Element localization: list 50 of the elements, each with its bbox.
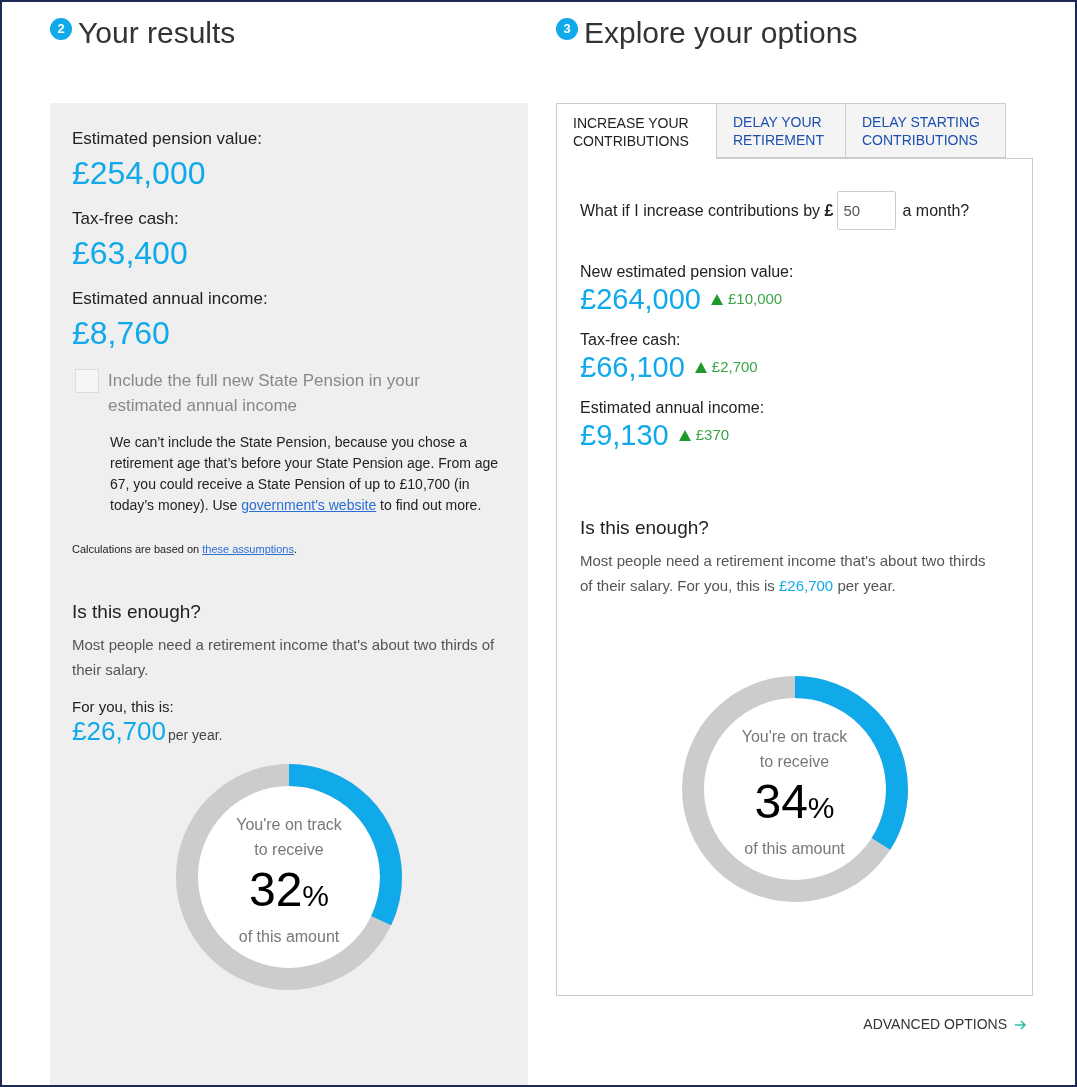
question-text: a month? <box>902 200 970 221</box>
section-heading: Is this enough? <box>72 600 202 624</box>
figure-value: £8,760 <box>72 314 171 353</box>
section-title: Explore your options <box>584 16 858 50</box>
option-tab[interactable]: DELAY YOUR RETIREMENT <box>716 103 845 158</box>
gauge-caption: to receive <box>759 751 830 772</box>
target-income: £26,700 <box>72 716 166 746</box>
up-triangle-icon <box>678 429 691 441</box>
figure-change: £2,700 <box>711 356 758 377</box>
question-text: What if I increase contributions by £ <box>580 200 834 221</box>
state-pension-note: We can’t include the State Pension, because you chose a retirement age that’s before your State Pension age. From age 67, you could receive a State Pension of up to £10,700 (in today’s money). Use government's website to find out more. <box>110 433 500 515</box>
step-number: 2 <box>50 18 72 40</box>
section-heading: Is this enough? <box>580 516 710 540</box>
figure-label: Estimated annual income: <box>580 398 766 418</box>
for-you-label: For you, this is: <box>72 698 175 716</box>
up-triangle-icon <box>710 293 723 305</box>
gauge-percent: 32% <box>248 861 330 918</box>
figure-label: New estimated pension value: <box>580 262 795 282</box>
gauge-caption: You're on track <box>741 726 848 747</box>
gauge-caption: to receive <box>254 839 324 860</box>
assumptions-note: Calculations are based on these assumptions. <box>72 542 299 556</box>
figure-label: Estimated annual income: <box>72 288 269 310</box>
figure-change: £10,000 <box>727 288 783 309</box>
gauge-caption: of this amount <box>238 926 340 947</box>
figure-label: Tax-free cash: <box>580 330 682 350</box>
enough-text: Most people need a retirement income that's about two thirds of their salary. For you, this is £26,700 per year. <box>580 551 987 596</box>
gauge-caption: You're on track <box>236 814 342 835</box>
figure-value: £9,130 <box>580 418 669 452</box>
government-website-link[interactable]: government's website <box>241 497 377 513</box>
gauge-percent: 34% <box>754 773 835 830</box>
figure-value: £254,000 <box>72 154 207 193</box>
figure-value: £66,100 <box>580 350 685 384</box>
amount-field[interactable]: 50 <box>837 191 897 230</box>
figure-value: £264,000 <box>580 282 701 316</box>
gauge-caption: of this amount <box>744 838 845 859</box>
figure-change: £370 <box>695 424 730 445</box>
figure-label: Estimated pension value: <box>72 128 263 150</box>
option-tab[interactable]: DELAY STARTING CONTRIBUTIONS <box>845 103 1006 158</box>
checkbox-label: Include the full new State Pension in your estimated annual income <box>108 370 421 417</box>
arrow-right-icon <box>1015 1019 1027 1030</box>
section-title: Your results <box>78 16 236 50</box>
enough-text: Most people need a retirement income that's about two thirds of their salary. <box>72 635 496 680</box>
advanced-options-link[interactable]: ADVANCED OPTIONS <box>863 1014 1027 1035</box>
figure-value: £63,400 <box>72 234 189 273</box>
up-triangle-icon <box>694 361 707 373</box>
option-tab[interactable]: INCREASE YOUR CONTRIBUTIONS <box>556 103 716 159</box>
per-year-label: per year. <box>168 726 223 745</box>
step-number: 3 <box>556 18 578 40</box>
figure-label: Tax-free cash: <box>72 208 180 230</box>
assumptions-link[interactable]: these assumptions <box>202 543 294 555</box>
